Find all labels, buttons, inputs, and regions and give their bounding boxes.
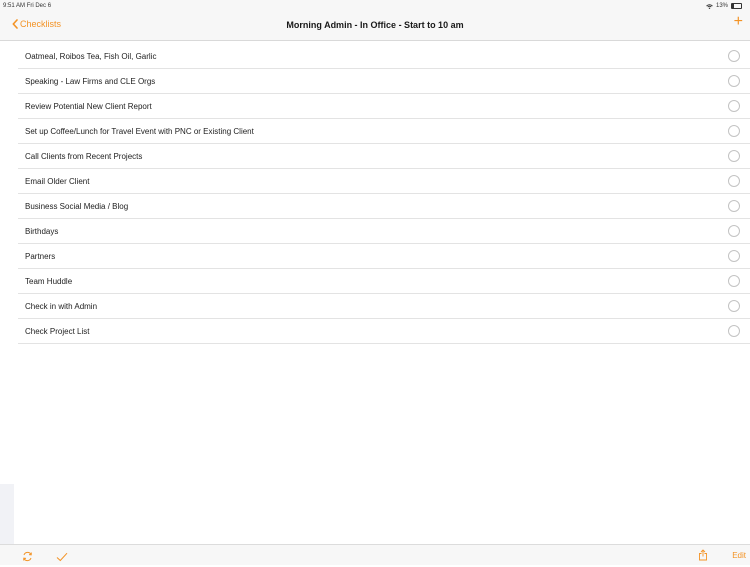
list-item[interactable]: Speaking - Law Firms and CLE Orgs (18, 69, 750, 94)
list-item[interactable]: Call Clients from Recent Projects (18, 144, 750, 169)
list-item[interactable]: Review Potential New Client Report (18, 94, 750, 119)
unchecked-circle-icon[interactable] (728, 150, 740, 162)
list-item-label: Review Potential New Client Report (25, 101, 152, 111)
wifi-icon (706, 3, 713, 9)
list-item-label: Email Older Client (25, 176, 90, 186)
check-all-button[interactable] (56, 549, 68, 567)
list-item[interactable]: Partners (18, 244, 750, 269)
list-item-label: Business Social Media / Blog (25, 201, 129, 211)
list-item-label: Partners (25, 251, 56, 261)
battery-icon (731, 3, 742, 9)
list-item[interactable]: Set up Coffee/Lunch for Travel Event wit… (18, 119, 750, 144)
list-item-label: Birthdays (25, 226, 59, 236)
unchecked-circle-icon[interactable] (728, 175, 740, 187)
refresh-icon (23, 551, 32, 562)
share-button[interactable] (698, 548, 708, 566)
status-time: 9:51 AM (3, 3, 26, 9)
status-date: Fri Dec 6 (26, 3, 52, 9)
list-item[interactable]: Oatmeal, Roibos Tea, Fish Oil, Garlic (18, 44, 750, 69)
side-panel-edge (0, 484, 14, 544)
list-item[interactable]: Birthdays (18, 219, 750, 244)
status-bar: 9:51 AM Fri Dec 6 13% (0, 0, 750, 12)
navigation-bar: Checklists Morning Admin - In Office - S… (0, 12, 750, 41)
list-item-label: Oatmeal, Roibos Tea, Fish Oil, Garlic (25, 51, 157, 61)
unchecked-circle-icon[interactable] (728, 225, 740, 237)
bottom-toolbar: Edit (0, 544, 750, 565)
checklist: Oatmeal, Roibos Tea, Fish Oil, Garlic Sp… (18, 44, 750, 344)
refresh-button[interactable] (22, 549, 33, 567)
unchecked-circle-icon[interactable] (728, 325, 740, 337)
status-right: 13% (706, 3, 742, 9)
unchecked-circle-icon[interactable] (728, 100, 740, 112)
list-item[interactable]: Email Older Client (18, 169, 750, 194)
unchecked-circle-icon[interactable] (728, 50, 740, 62)
checkmark-icon (56, 552, 68, 562)
unchecked-circle-icon[interactable] (728, 250, 740, 262)
list-item[interactable]: Check Project List (18, 319, 750, 344)
unchecked-circle-icon[interactable] (728, 200, 740, 212)
list-item-label: Check in with Admin (25, 301, 98, 311)
unchecked-circle-icon[interactable] (728, 300, 740, 312)
add-item-button[interactable]: + (734, 13, 743, 31)
unchecked-circle-icon[interactable] (728, 75, 740, 87)
status-time-date: 9:51 AM Fri Dec 6 (3, 3, 51, 9)
page-title: Morning Admin - In Office - Start to 10 … (286, 20, 464, 30)
list-item-label: Set up Coffee/Lunch for Travel Event wit… (25, 126, 254, 136)
list-item[interactable]: Check in with Admin (18, 294, 750, 319)
share-icon (699, 549, 707, 561)
unchecked-circle-icon[interactable] (728, 125, 740, 137)
list-item-label: Team Huddle (25, 276, 73, 286)
unchecked-circle-icon[interactable] (728, 275, 740, 287)
list-item[interactable]: Business Social Media / Blog (18, 194, 750, 219)
list-item-label: Check Project List (25, 326, 90, 336)
battery-percent: 13% (715, 3, 728, 9)
edit-button[interactable]: Edit (732, 551, 746, 560)
list-item[interactable]: Team Huddle (18, 269, 750, 294)
list-item-label: Call Clients from Recent Projects (25, 151, 143, 161)
list-item-label: Speaking - Law Firms and CLE Orgs (25, 76, 156, 86)
